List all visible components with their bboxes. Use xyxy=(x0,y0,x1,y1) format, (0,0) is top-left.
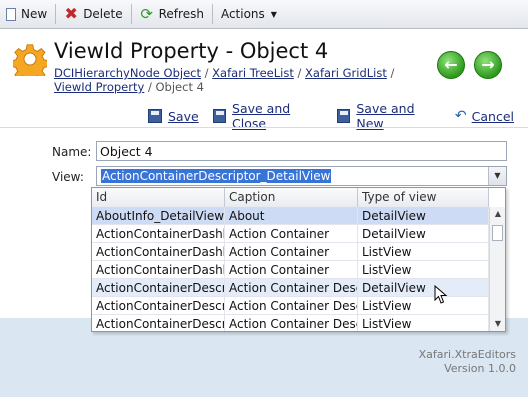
floppy-disk-icon xyxy=(337,109,351,123)
previous-record-button[interactable]: ← xyxy=(437,51,465,79)
breadcrumb-link-treelist[interactable]: Xafari TreeList xyxy=(212,66,294,80)
chevron-down-icon: ▼ xyxy=(494,171,501,180)
mouse-pointer-icon xyxy=(434,285,448,304)
table-row[interactable]: AboutInfo_DetailView About DetailView xyxy=(92,207,489,225)
view-lookup-dropdown: Id Caption Type of view AboutInfo_Detail… xyxy=(91,187,506,332)
gear-icon xyxy=(13,44,47,76)
breadcrumb-link-gridlist[interactable]: Xafari GridList xyxy=(305,66,387,80)
breadcrumb-separator: / xyxy=(204,66,209,80)
cell-id: ActionContainerDashb xyxy=(92,243,225,260)
save-label: Save xyxy=(168,108,199,124)
grid-vertical-scrollbar[interactable]: ▲ ▼ xyxy=(489,207,505,331)
breadcrumb-separator: / xyxy=(390,66,395,80)
grid-body: AboutInfo_DetailView About DetailView Ac… xyxy=(92,207,489,331)
cell-type: DetailView xyxy=(358,279,489,296)
cell-type: ListView xyxy=(358,243,489,260)
floppy-disk-icon xyxy=(212,109,227,123)
toolbar-separator xyxy=(130,4,132,24)
cell-type: DetailView xyxy=(358,225,489,242)
cell-caption: Action Container Desc xyxy=(225,297,358,314)
breadcrumb-separator: / xyxy=(297,66,302,80)
actions-menu-button[interactable]: Actions ▼ xyxy=(215,3,283,25)
cell-id: ActionContainerDescri xyxy=(92,315,225,331)
refresh-button[interactable]: ⟳ Refresh xyxy=(134,3,210,25)
delete-button[interactable]: ✖ Delete xyxy=(58,3,128,25)
column-header-caption[interactable]: Caption xyxy=(225,188,358,207)
breadcrumb-separator: / xyxy=(147,80,152,94)
toolbar: New ✖ Delete ⟳ Refresh Actions ▼ xyxy=(0,0,528,29)
toolbar-separator xyxy=(211,4,213,24)
cell-id: ActionContainerDescri xyxy=(92,279,225,296)
cell-id: ActionContainerDashb xyxy=(92,261,225,278)
new-button[interactable]: New xyxy=(0,3,53,25)
cancel-label: Cancel xyxy=(471,108,514,124)
table-row[interactable]: ActionContainerDashb Action Container Li… xyxy=(92,261,489,279)
cell-type: ListView xyxy=(358,315,489,331)
column-header-id[interactable]: Id xyxy=(92,188,225,207)
next-record-button[interactable]: → xyxy=(474,51,502,79)
cell-type: ListView xyxy=(358,297,489,314)
scroll-down-arrow-icon[interactable]: ▼ xyxy=(490,317,505,331)
cell-type: ListView xyxy=(358,261,489,278)
footer-version: Version 1.0.0 xyxy=(444,362,516,375)
refresh-button-label: Refresh xyxy=(158,7,204,21)
table-row[interactable]: ActionContainerDescri Action Container D… xyxy=(92,297,489,315)
table-row[interactable]: ActionContainerDescri Action Container D… xyxy=(92,279,489,297)
arrow-right-icon: → xyxy=(481,55,495,74)
grid-header: Id Caption Type of view xyxy=(92,188,489,208)
footer-product: Xafari.XtraEditors xyxy=(418,348,516,361)
breadcrumb: DCIHierarchyNode Object / Xafari TreeLis… xyxy=(54,66,414,94)
cell-caption: Action Container xyxy=(225,243,358,260)
table-row[interactable]: ActionContainerDashb Action Container De… xyxy=(92,225,489,243)
cell-type: DetailView xyxy=(358,207,489,224)
arrow-left-icon: ← xyxy=(444,55,458,74)
scrollbar-thumb[interactable] xyxy=(492,225,503,241)
breadcrumb-link-viewid-property[interactable]: ViewId Property xyxy=(54,80,144,94)
actions-menu-label: Actions xyxy=(220,7,265,21)
cell-caption: Action Container xyxy=(225,261,358,278)
save-button[interactable]: Save xyxy=(148,109,199,124)
cell-caption: Action Container xyxy=(225,225,358,242)
column-header-type-of-view[interactable]: Type of view xyxy=(358,188,489,207)
table-row[interactable]: ActionContainerDescri Action Container D… xyxy=(92,315,489,331)
scroll-up-arrow-icon[interactable]: ▲ xyxy=(490,207,505,221)
cell-caption: Action Container Desc xyxy=(225,315,358,331)
breadcrumb-current: Object 4 xyxy=(155,80,204,94)
cancel-button[interactable]: ↶ Cancel xyxy=(455,108,514,124)
refresh-icon: ⟳ xyxy=(140,5,153,23)
cell-caption: Action Container Desc xyxy=(225,279,358,296)
toolbar-separator xyxy=(55,4,57,24)
view-combo[interactable]: ActionContainerDescriptor_DetailView ▼ xyxy=(96,166,507,186)
view-combo-dropdown-button[interactable]: ▼ xyxy=(488,167,506,185)
delete-button-label: Delete xyxy=(83,7,123,21)
cell-id: AboutInfo_DetailView xyxy=(92,207,225,224)
cell-id: ActionContainerDescri xyxy=(92,297,225,314)
chevron-down-icon: ▼ xyxy=(270,9,277,19)
floppy-disk-icon xyxy=(148,109,162,123)
cell-caption: About xyxy=(225,207,358,224)
delete-x-icon: ✖ xyxy=(64,4,78,23)
view-combo-value: ActionContainerDescriptor_DetailView xyxy=(101,169,332,183)
new-button-label: New xyxy=(21,7,48,21)
undo-icon: ↶ xyxy=(454,108,467,124)
name-input[interactable] xyxy=(96,141,507,161)
name-label: Name: xyxy=(52,145,92,159)
header-divider xyxy=(0,127,528,128)
cell-id: ActionContainerDashb xyxy=(92,225,225,242)
breadcrumb-link-hierarchy-node[interactable]: DCIHierarchyNode Object xyxy=(54,66,201,80)
table-row[interactable]: ActionContainerDashb Action Container Li… xyxy=(92,243,489,261)
view-label: View: xyxy=(52,170,84,184)
page-title: ViewId Property - Object 4 xyxy=(54,39,329,63)
new-document-icon xyxy=(6,7,16,21)
